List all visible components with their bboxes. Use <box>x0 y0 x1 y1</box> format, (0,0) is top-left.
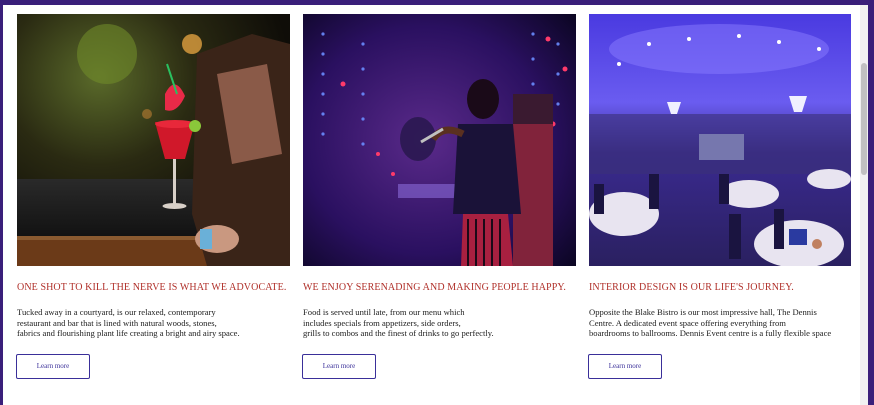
feature-card-bar: ONE SHOT TO KILL THE NERVE IS WHAT WE AD… <box>16 14 292 379</box>
scrollbar-thumb[interactable] <box>861 63 867 175</box>
learn-more-button[interactable]: Learn more <box>302 354 376 379</box>
card-heading: WE ENJOY SERENADING AND MAKING PEOPLE HA… <box>303 282 567 293</box>
vertical-scrollbar[interactable] <box>860 5 868 405</box>
window-top-border <box>0 0 874 5</box>
event-hall-image <box>589 14 862 266</box>
card-description: Tucked away in a courtyard, is our relax… <box>17 307 240 339</box>
card-description: Opposite the Blake Bistro is our most im… <box>589 307 832 339</box>
learn-more-button[interactable]: Learn more <box>588 354 662 379</box>
window-left-border <box>0 0 3 405</box>
learn-more-button[interactable]: Learn more <box>16 354 90 379</box>
singer-on-stage-image <box>303 14 576 266</box>
feature-card-entertainment: WE ENJOY SERENADING AND MAKING PEOPLE HA… <box>302 14 578 379</box>
card-heading: ONE SHOT TO KILL THE NERVE IS WHAT WE AD… <box>17 282 287 293</box>
window-right-border <box>868 0 874 405</box>
card-description: Food is served until late, from our menu… <box>303 307 494 339</box>
card-heading: INTERIOR DESIGN IS OUR LIFE'S JOURNEY. <box>589 282 794 293</box>
cocktail-on-bar-image <box>17 14 290 266</box>
feature-card-interior: INTERIOR DESIGN IS OUR LIFE'S JOURNEY. O… <box>588 14 864 379</box>
